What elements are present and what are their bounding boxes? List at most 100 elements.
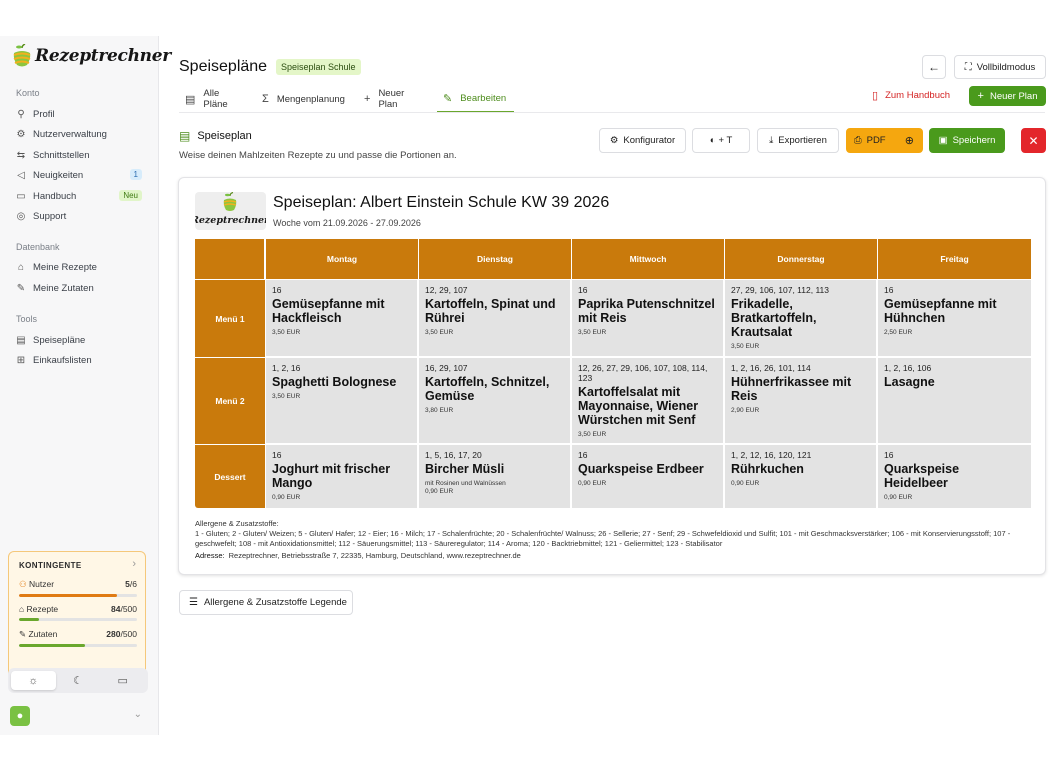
meal-name: Hühnerfrikassee mit Reis [731,375,852,403]
back-button[interactable]: ← [922,55,946,79]
meal-price: 3,50 EUR [578,431,607,438]
meal-name: Quarkspeise Erdbeer [578,462,704,476]
light-mode-icon[interactable]: ☼ [11,671,56,690]
list-icon: ☰ [189,597,198,608]
sidebar-item-meine-zutaten[interactable]: ✎ Meine Zutaten [14,279,144,297]
tab-alle-plaene[interactable]: ▤ Alle Pläne [185,85,228,113]
menu-cell[interactable]: 16 Gemüsepfanne mit Hackfleisch 3,50 EUR [266,280,419,358]
meal-allergens: 16 [578,285,588,295]
close-button[interactable]: ✕ [1021,128,1046,153]
pdf-button[interactable]: ⎙ PDF ⊕ [846,128,923,153]
allergen-legend-button[interactable]: ☰ Allergene & Zusatzstoffe Legende [179,590,353,615]
meal-price: 3,50 EUR [578,329,607,336]
support-icon: ◎ [16,210,26,222]
zoom-in-icon[interactable]: ⊕ [905,134,914,147]
konfigurator-button[interactable]: ⚙ Konfigurator [599,128,686,153]
system-mode-icon[interactable]: ▭ [100,671,145,690]
sidebar-item-label: Meine Zutaten [33,282,94,294]
brand-logo[interactable]: Rezeptrechner [12,43,171,68]
meal-allergens: 16 [272,450,282,460]
menu-cell[interactable]: 16 Joghurt mit frischer Mango 0,90 EUR [266,445,419,508]
meal-price: 0,90 EUR [884,494,913,501]
tab-label: Bearbeiten [460,92,507,104]
meal-price: 0,90 EUR [578,480,607,487]
tab-mengenplanung[interactable]: Σ Mengenplanung [262,85,345,113]
arrow-left-icon: ← [928,60,940,74]
menu-cell[interactable]: 1, 5, 16, 17, 20 Bircher Müsli mit Rosinen… [419,445,572,508]
meal-name: Rührkuchen [731,462,804,476]
quota-row-rezepte: ⌂ Rezepte 84/500 [19,604,137,621]
sidebar-item-handbuch[interactable]: ▭ Handbuch Neu [14,187,144,205]
export-button[interactable]: ⤓ Exportieren [757,128,839,153]
menu-row-label: Menü 2 [195,358,265,445]
menu-table: Montag Dienstag Mittwoch Donnerstag Freitag M… [195,239,1031,508]
plus-icon: + [364,93,371,105]
sidebar-item-schnittstellen[interactable]: ⇆ Schnittstellen [14,146,144,164]
save-button[interactable]: ▣ Speichern [929,128,1005,153]
theme-switcher: ☼ ☾ ▭ [8,668,148,693]
meal-allergens: 16 [884,450,894,460]
sidebar-item-speiseplaene[interactable]: ▤ Speisepläne [14,331,144,349]
user-menu[interactable]: ● ⌄ [10,706,142,726]
sidebar-item-neuigkeiten[interactable]: ◁ Neuigkeiten 1 [14,166,144,184]
tab-bearbeiten[interactable]: ✎ Bearbeiten [437,85,515,113]
menu-cell[interactable]: 1, 2, 16, 26, 101, 114 Hühnerfrikassee mi… [725,358,878,445]
style-settings-button[interactable]: ◐ + T [692,128,750,153]
dark-mode-icon[interactable]: ☾ [56,671,101,690]
new-badge: Neu [119,190,142,201]
fullscreen-label: Vollbildmodus [976,61,1036,73]
meal-name: Kartoffeln, Schnitzel, Gemüse [425,375,550,403]
menu-cell[interactable]: 16 Quarkspeise Erdbeer 0,90 EUR [572,445,725,508]
user-icon: ⚲ [17,108,25,120]
meal-name: Quarkspeise Heidelbeer [884,462,960,490]
quota-label: Nutzer [28,579,55,589]
menu-cell[interactable]: 12, 26, 27, 29, 106, 107, 108, 114, 123 K… [572,358,725,445]
tabs-divider [179,112,1045,113]
menu-cell[interactable]: 12, 29, 107 Kartoffeln, Spinat und Rührei… [419,280,572,358]
menu-cell[interactable]: 16 Quarkspeise Heidelbeer 0,90 EUR [878,445,1031,508]
quota-panel[interactable]: KONTINGENTE › ⚇ Nutzer 5/6 ⌂ Rezepte 84/50… [8,551,146,686]
section-label-datenbank: Datenbank [16,242,60,252]
sidebar-item-nutzerverwaltung[interactable]: ⚙ Nutzerverwaltung [14,125,144,143]
menu-row-label: Dessert [195,445,265,508]
menu-cell[interactable]: 16, 29, 107 Kartoffeln, Schnitzel, Gemüse… [419,358,572,445]
carrot-icon: ✎ [16,282,26,294]
sidebar-item-support[interactable]: ◎ Support [14,207,144,225]
avatar[interactable]: ● [10,706,30,726]
meal-price: 0,90 EUR [272,494,301,501]
quota-bar [19,644,86,647]
save-label: Speichern [952,135,996,146]
meal-name: Gemüsepfanne mit Hackfleisch [272,297,385,325]
menu-cell[interactable]: 16 Gemüsepfanne mit Hühnchen 2,50 EUR [878,280,1031,358]
menu-cell[interactable]: 27, 29, 106, 107, 112, 113 Frikadelle, Br… [725,280,878,358]
tab-neuer-plan[interactable]: + Neuer Plan [364,85,404,113]
plan-card: Rezeptrechner Speiseplan: Albert Einstei… [178,177,1046,575]
quota-used: 280 [106,629,121,639]
menu-cell[interactable]: 1, 2, 12, 16, 120, 121 Rührkuchen 0,90 EUR [725,445,878,508]
sidebar-item-meine-rezepte[interactable]: ⌂ Meine Rezepte [14,258,144,276]
menu-cell[interactable]: 16 Paprika Putenschnitzel mit Reis 3,50 EU… [572,280,725,358]
handbuch-link[interactable]: ▯ Zum Handbuch [872,89,950,102]
plan-title: Speiseplan: Albert Einstein Schule KW 39… [273,194,610,211]
sidebar-item-label: Speisepläne [33,334,86,346]
expand-icon: ⛶ [964,61,972,73]
menu-cell[interactable]: 1, 2, 16 Spaghetti Bolognese 3,50 EUR [266,358,419,445]
day-header: Mittwoch [572,239,725,279]
meal-allergens: 16 [884,285,894,295]
quota-total: 6 [132,579,137,589]
section-title: ▤ Speiseplan [179,129,252,143]
printer-icon: ⎙ [854,135,862,146]
address-text: Rezeptrechner, Betriebsstraße 7, 22335, … [228,551,521,560]
meal-price: 3,50 EUR [272,329,301,336]
basket-icon: ⊞ [16,354,26,366]
menu-cell[interactable]: 1, 2, 16, 106 Lasagne [878,358,1031,445]
sidebar-item-profil[interactable]: ⚲ Profil [14,105,144,123]
chevron-down-icon[interactable]: ⌄ [134,709,142,720]
sidebar-item-einkaufslisten[interactable]: ⊞ Einkaufslisten [14,351,144,369]
new-plan-button[interactable]: + Neuer Plan [969,86,1046,106]
chevron-right-icon[interactable]: › [132,558,136,570]
pencil-icon: ✎ [443,92,453,105]
fullscreen-button[interactable]: ⛶ Vollbildmodus [954,55,1046,79]
address-label: Adresse: [195,551,225,560]
meal-allergens: 16 [578,450,588,460]
